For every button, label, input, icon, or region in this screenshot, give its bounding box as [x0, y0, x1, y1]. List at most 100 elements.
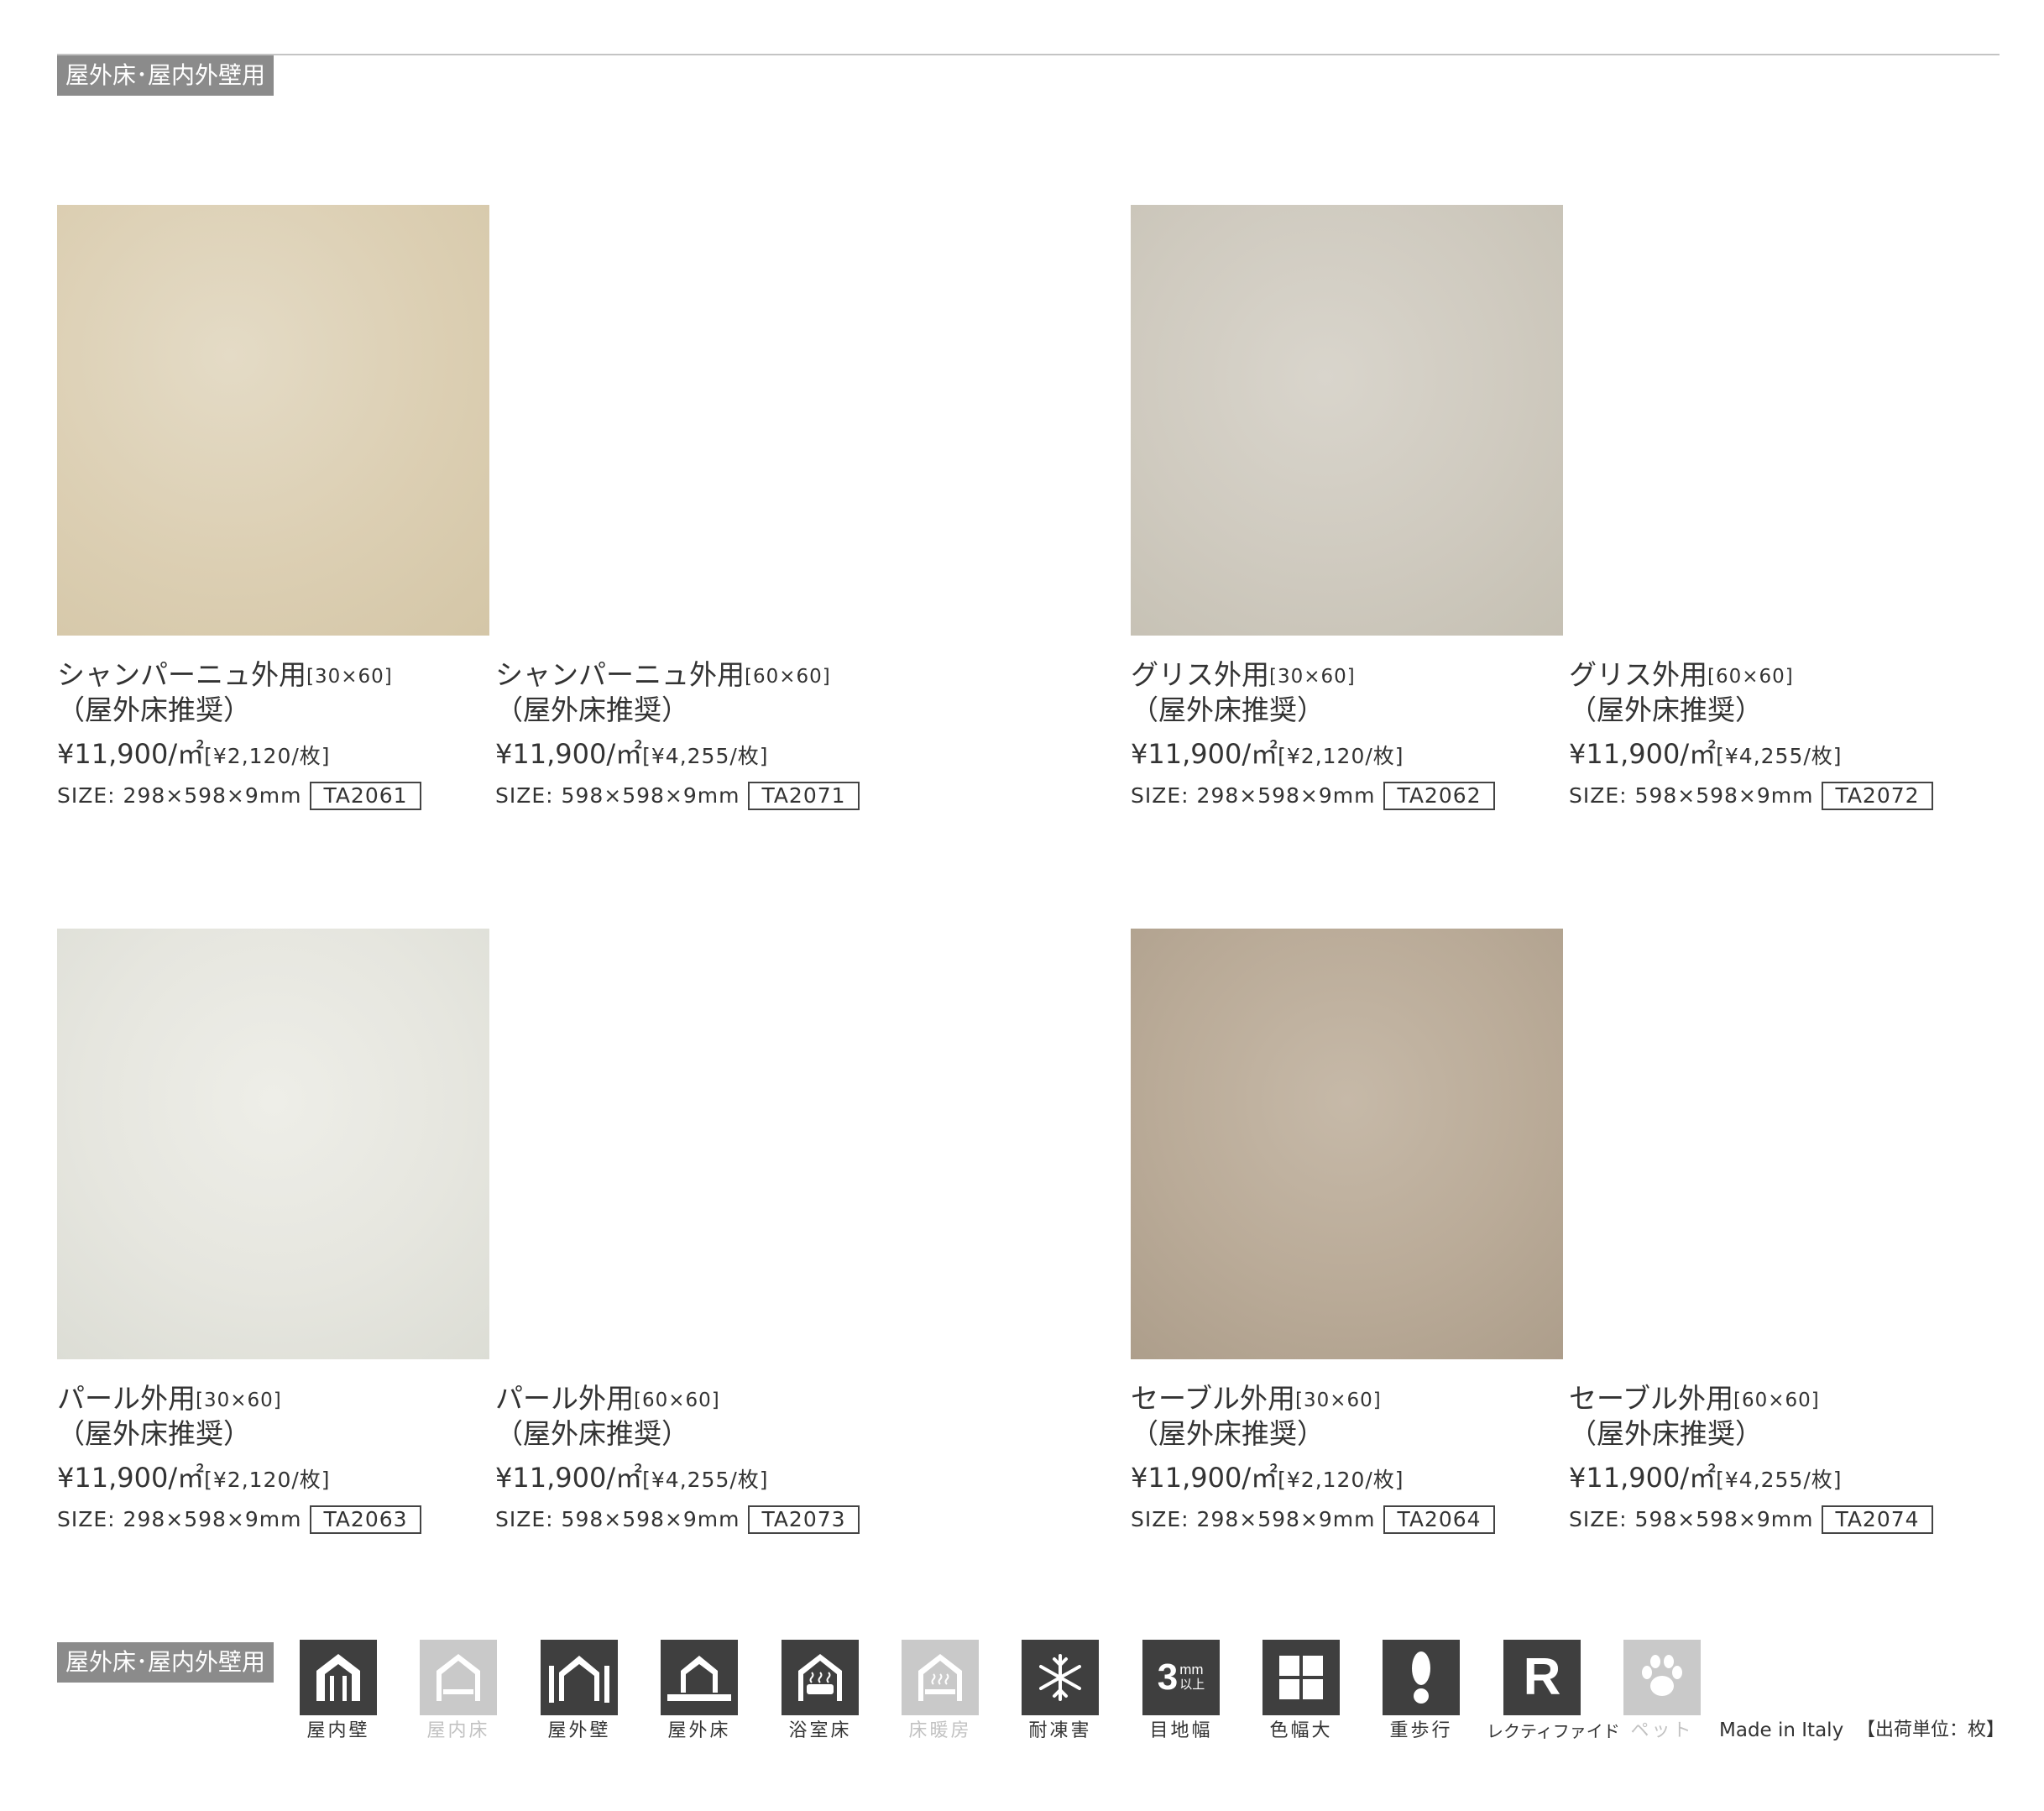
swatch-gris: [1131, 205, 1563, 636]
swatch-pearl: [57, 929, 489, 1359]
product-price: ¥11,900/㎡: [495, 738, 643, 770]
product-price-line: ¥11,900/㎡[¥4,255/枚]: [495, 737, 915, 773]
product-price-line: ¥11,900/㎡[¥2,120/枚]: [1131, 1461, 1550, 1497]
feature-label: 耐凍害: [1028, 1720, 1092, 1741]
floor-heating-icon: [902, 1640, 979, 1715]
product-card: セーブル外用[60×60] （屋外床推奨） ¥11,900/㎡[¥4,255/枚…: [1569, 1382, 1989, 1534]
bathroom-floor-icon: [782, 1640, 859, 1715]
product-price: ¥11,900/㎡: [57, 738, 205, 770]
feature-label: 色幅大: [1269, 1720, 1333, 1741]
product-code: TA2072: [1822, 782, 1933, 810]
outdoor-wall-icon: [541, 1640, 618, 1715]
product-spec-line: SIZE: 298×598×9mm TA2062: [1131, 782, 1550, 810]
product-size-tag: [60×60]: [1707, 666, 1794, 688]
feature-label: 屋外床: [667, 1720, 731, 1741]
feature-label: レクティファイド: [1487, 1721, 1620, 1741]
feature-label: 屋外壁: [547, 1720, 611, 1741]
top-rule: [57, 54, 2000, 55]
product-name-line: セーブル外用[30×60]: [1131, 1382, 1550, 1417]
product-spec-line: SIZE: 598×598×9mm TA2074: [1569, 1505, 1989, 1534]
product-code: TA2071: [748, 782, 860, 810]
product-name: グリス外用: [1569, 658, 1707, 691]
product-name: シャンパーニュ外用: [57, 658, 306, 691]
product-note: （屋外床推奨）: [57, 694, 251, 726]
product-name-line: シャンパーニュ外用[60×60]: [495, 658, 915, 694]
product-price: ¥11,900/㎡: [57, 1462, 205, 1494]
product-name: パール外用: [495, 1382, 634, 1415]
product-name: シャンパーニュ外用: [495, 658, 745, 691]
product-note: （屋外床推奨）: [1569, 1417, 1763, 1450]
feature-label: 屋内壁: [306, 1720, 370, 1741]
product-size: SIZE: 598×598×9mm: [495, 1507, 740, 1531]
product-note: （屋外床推奨）: [1569, 694, 1763, 726]
product-note: （屋外床推奨）: [1131, 1417, 1325, 1450]
product-piece-price: [¥2,120/枚]: [1278, 744, 1404, 768]
joint-width-unit: mm: [1179, 1662, 1204, 1678]
origin-text: Made in Italy: [1719, 1719, 1844, 1741]
product-code: TA2073: [748, 1505, 860, 1534]
product-note: （屋外床推奨）: [495, 694, 689, 726]
product-card: グリス外用[30×60] （屋外床推奨） ¥11,900/㎡[¥2,120/枚]…: [1131, 658, 1550, 810]
product-name-line: セーブル外用[60×60]: [1569, 1382, 1989, 1417]
product-name-line: グリス外用[60×60]: [1569, 658, 1989, 694]
section-label: 屋外床･屋内外壁用: [57, 55, 274, 96]
product-spec-line: SIZE: 298×598×9mm TA2064: [1131, 1505, 1550, 1534]
product-size: SIZE: 298×598×9mm: [1131, 1507, 1376, 1531]
product-size: SIZE: 598×598×9mm: [1569, 783, 1814, 808]
product-price: ¥11,900/㎡: [1131, 1462, 1278, 1494]
product-size: SIZE: 298×598×9mm: [57, 1507, 302, 1531]
product-price-line: ¥11,900/㎡[¥4,255/枚]: [495, 1461, 915, 1497]
product-note: （屋外床推奨）: [1131, 694, 1325, 726]
product-name: パール外用: [57, 1382, 196, 1415]
product-size-tag: [60×60]: [745, 666, 831, 688]
product-size-tag: [30×60]: [306, 666, 393, 688]
joint-width-min: 以上: [1179, 1678, 1205, 1692]
product-size: SIZE: 298×598×9mm: [57, 783, 302, 808]
product-code: TA2062: [1383, 782, 1495, 810]
product-card: シャンパーニュ外用[60×60] （屋外床推奨） ¥11,900/㎡[¥4,25…: [495, 658, 915, 810]
feature-label: ペット: [1630, 1720, 1694, 1741]
product-price: ¥11,900/㎡: [1131, 738, 1278, 770]
product-size-tag: [30×60]: [1269, 666, 1356, 688]
product-size-tag: [60×60]: [634, 1390, 720, 1411]
product-card: セーブル外用[30×60] （屋外床推奨） ¥11,900/㎡[¥2,120/枚…: [1131, 1382, 1550, 1534]
product-price-line: ¥11,900/㎡[¥4,255/枚]: [1569, 1461, 1989, 1497]
feature-label: 屋内床: [426, 1720, 490, 1741]
product-code: TA2063: [310, 1505, 421, 1534]
product-piece-price: [¥2,120/枚]: [204, 1468, 331, 1492]
product-size: SIZE: 598×598×9mm: [1569, 1507, 1814, 1531]
joint-width-icon: 3 mm 以上: [1142, 1640, 1220, 1715]
rectified-letter: R: [1523, 1648, 1561, 1706]
paw-icon: [1623, 1640, 1701, 1715]
product-piece-price: [¥2,120/枚]: [204, 744, 331, 768]
product-name: セーブル外用: [1569, 1382, 1734, 1415]
product-price: ¥11,900/㎡: [495, 1462, 643, 1494]
product-price: ¥11,900/㎡: [1569, 1462, 1717, 1494]
product-note: （屋外床推奨）: [57, 1417, 251, 1450]
feature-label: 重歩行: [1389, 1720, 1453, 1741]
legend-section-label: 屋外床･屋内外壁用: [57, 1642, 274, 1683]
product-piece-price: [¥4,255/枚]: [642, 744, 769, 768]
color-variation-icon: [1262, 1640, 1340, 1715]
product-size: SIZE: 298×598×9mm: [1131, 783, 1376, 808]
product-name-line: グリス外用[30×60]: [1131, 658, 1550, 694]
product-name-line: パール外用[30×60]: [57, 1382, 477, 1417]
indoor-wall-icon: [300, 1640, 377, 1715]
product-price-line: ¥11,900/㎡[¥4,255/枚]: [1569, 737, 1989, 773]
swatch-sable: [1131, 929, 1563, 1359]
outdoor-floor-icon: [661, 1640, 738, 1715]
product-name-line: シャンパーニュ外用[30×60]: [57, 658, 477, 694]
feature-label: 目地幅: [1149, 1720, 1213, 1741]
product-size-tag: [60×60]: [1733, 1390, 1820, 1411]
product-size-tag: [30×60]: [1295, 1390, 1382, 1411]
product-name: セーブル外用: [1131, 1382, 1296, 1415]
feature-label: 浴室床: [788, 1720, 852, 1741]
product-card: グリス外用[60×60] （屋外床推奨） ¥11,900/㎡[¥4,255/枚]…: [1569, 658, 1989, 810]
product-card: シャンパーニュ外用[30×60] （屋外床推奨） ¥11,900/㎡[¥2,12…: [57, 658, 477, 810]
product-piece-price: [¥4,255/枚]: [642, 1468, 769, 1492]
shipping-unit: 【出荷単位：枚】: [1857, 1719, 2005, 1740]
joint-width-number: 3: [1157, 1657, 1179, 1698]
product-code: TA2064: [1383, 1505, 1495, 1534]
product-code: TA2061: [310, 782, 421, 810]
product-piece-price: [¥4,255/枚]: [1716, 1468, 1843, 1492]
